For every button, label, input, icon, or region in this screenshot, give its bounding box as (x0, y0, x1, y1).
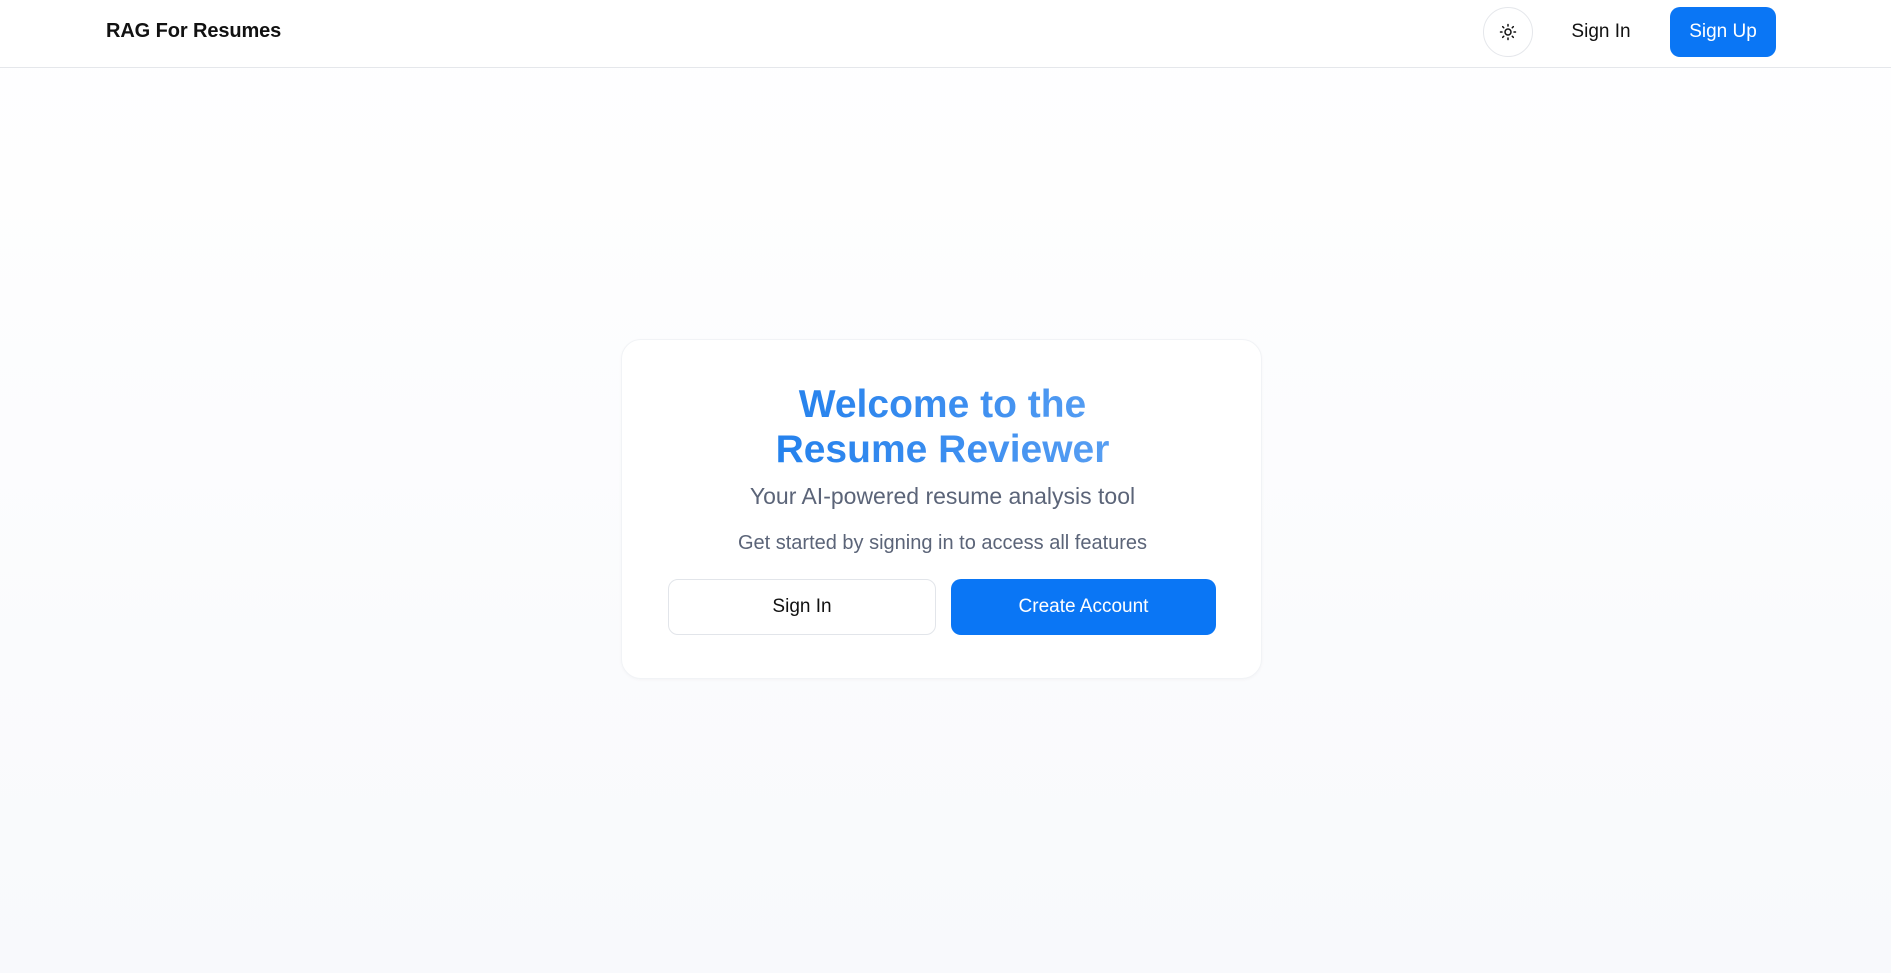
header-sign-up-button[interactable]: Sign Up (1670, 7, 1776, 57)
theme-toggle-button[interactable] (1483, 7, 1533, 57)
welcome-subtitle: Your AI-powered resume analysis tool (749, 483, 1136, 509)
brand-title[interactable]: RAG For Resumes (106, 20, 281, 43)
create-account-button[interactable]: Create Account (951, 579, 1216, 635)
header-sign-in-button[interactable]: Sign In (1553, 7, 1649, 57)
sun-icon (1499, 23, 1517, 41)
welcome-title: Welcome to the Resume Reviewer (622, 382, 1263, 472)
top-navbar: RAG For Resumes Sign In Sign Up (0, 0, 1891, 68)
welcome-prompt: Get started by signing in to access all … (737, 532, 1148, 554)
welcome-card: Welcome to the Resume Reviewer Your AI-p… (621, 339, 1262, 679)
card-sign-in-button[interactable]: Sign In (668, 579, 936, 635)
